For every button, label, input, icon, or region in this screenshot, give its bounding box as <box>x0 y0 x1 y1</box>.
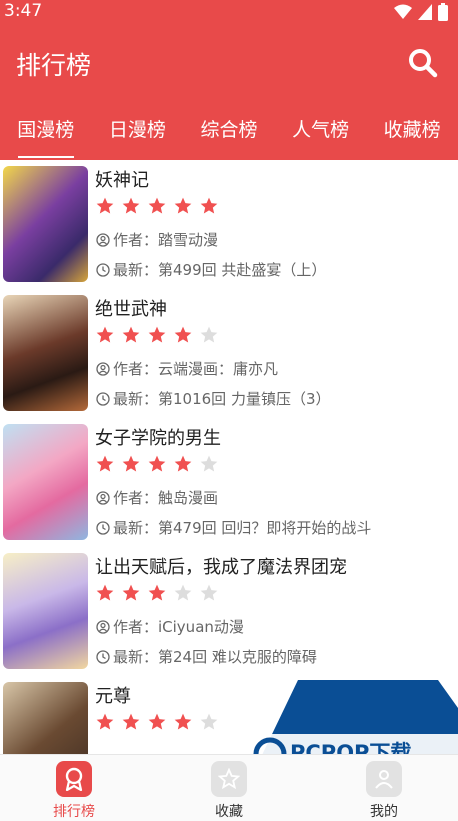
tab-zonghe[interactable]: 综合榜 <box>183 104 275 160</box>
author-line: 作者：iCiyuan动漫 <box>96 616 244 637</box>
latest-line: 最新：第499回 共赴盛宴（上） <box>96 259 326 280</box>
status-time: 3:47 <box>4 1 43 21</box>
list-item[interactable]: 绝世武神 作者：云端漫画：庸亦凡 最新：第1016回 力量镇压（3） <box>0 289 458 418</box>
star-filled-icon <box>96 455 114 472</box>
rating-stars <box>95 712 219 732</box>
rating-stars <box>95 454 219 474</box>
latest-text: 最新：第1016回 力量镇压（3） <box>113 390 331 408</box>
author-text: 作者：云端漫画：庸亦凡 <box>113 360 279 378</box>
cover-image <box>3 553 88 669</box>
user-icon <box>96 490 110 505</box>
rating-stars <box>95 325 219 345</box>
status-icons <box>394 3 448 21</box>
nav-favorites[interactable]: 收藏 <box>189 761 269 821</box>
author-text: 作者：踏雪动漫 <box>113 231 219 249</box>
user-icon <box>366 761 402 797</box>
user-icon <box>96 232 110 247</box>
author-line: 作者：踏雪动漫 <box>96 229 218 250</box>
ranking-tabs: 国漫榜 日漫榜 综合榜 人气榜 收藏榜 <box>0 104 458 160</box>
clock-icon <box>96 262 110 277</box>
bottom-nav: 排行榜 收藏 我的 <box>0 754 458 821</box>
rating-stars <box>95 583 219 603</box>
star-filled-icon <box>148 455 166 472</box>
tab-guoman[interactable]: 国漫榜 <box>0 104 92 160</box>
star-filled-icon <box>122 326 140 343</box>
latest-line: 最新：第479回 回归？即将开始的战斗 <box>96 517 371 538</box>
star-empty-icon <box>174 584 192 601</box>
clock-icon <box>96 520 110 535</box>
rating-stars <box>95 196 219 216</box>
list-item[interactable]: 让出天赋后，我成了魔法界团宠 作者：iCiyuan动漫 最新：第24回 难以克服… <box>0 547 458 676</box>
battery-icon <box>438 3 448 21</box>
star-filled-icon <box>96 197 114 214</box>
star-filled-icon <box>148 326 166 343</box>
tab-renqi[interactable]: 人气榜 <box>275 104 367 160</box>
author-text: 作者：触岛漫画 <box>113 489 219 507</box>
clock-icon <box>96 649 110 664</box>
star-filled-icon <box>200 197 218 214</box>
author-line: 作者：触岛漫画 <box>96 487 218 508</box>
comic-title: 女子学院的男生 <box>95 428 221 449</box>
tab-shoucang[interactable]: 收藏榜 <box>366 104 458 160</box>
latest-text: 最新：第479回 回归？即将开始的战斗 <box>113 519 372 537</box>
latest-text: 最新：第24回 难以克服的障碍 <box>113 648 317 666</box>
star-empty-icon <box>200 326 218 343</box>
page-title: 排行榜 <box>16 51 92 80</box>
ranking-icon <box>56 761 92 797</box>
search-icon <box>409 49 438 78</box>
latest-line: 最新：第24回 难以克服的障碍 <box>96 646 317 667</box>
comic-title: 让出天赋后，我成了魔法界团宠 <box>95 557 347 578</box>
latest-line: 最新：第1016回 力量镇压（3） <box>96 388 331 409</box>
star-filled-icon <box>96 584 114 601</box>
nav-label: 我的 <box>370 804 398 820</box>
comic-title: 妖神记 <box>95 170 149 191</box>
app-bar: 排行榜 <box>0 24 458 104</box>
star-filled-icon <box>96 326 114 343</box>
latest-text: 最新：第499回 共赴盛宴（上） <box>113 261 327 279</box>
tab-riman[interactable]: 日漫榜 <box>92 104 184 160</box>
user-icon <box>96 361 110 376</box>
status-bar: 3:47 <box>0 0 458 24</box>
wifi-icon <box>394 4 412 19</box>
signal-icon <box>418 4 432 20</box>
star-filled-icon <box>122 713 140 730</box>
star-empty-icon <box>200 455 218 472</box>
star-empty-icon <box>200 713 218 730</box>
cover-image <box>3 424 88 540</box>
cover-image <box>3 295 88 411</box>
list-item[interactable]: 妖神记 作者：踏雪动漫 最新：第499回 共赴盛宴（上） <box>0 160 458 289</box>
star-filled-icon <box>174 455 192 472</box>
star-icon <box>211 761 247 797</box>
list-item[interactable]: 女子学院的男生 作者：触岛漫画 最新：第479回 回归？即将开始的战斗 <box>0 418 458 547</box>
star-filled-icon <box>122 197 140 214</box>
star-filled-icon <box>148 713 166 730</box>
clock-icon <box>96 391 110 406</box>
nav-label: 收藏 <box>215 804 243 820</box>
star-filled-icon <box>96 713 114 730</box>
author-line: 作者：云端漫画：庸亦凡 <box>96 358 278 379</box>
star-filled-icon <box>148 584 166 601</box>
cover-image <box>3 166 88 282</box>
user-icon <box>96 619 110 634</box>
comic-title: 绝世武神 <box>95 299 167 320</box>
search-button[interactable] <box>406 46 440 80</box>
star-filled-icon <box>174 326 192 343</box>
star-filled-icon <box>174 713 192 730</box>
star-filled-icon <box>174 197 192 214</box>
nav-ranking[interactable]: 排行榜 <box>34 761 114 821</box>
star-empty-icon <box>200 584 218 601</box>
star-filled-icon <box>122 584 140 601</box>
star-filled-icon <box>148 197 166 214</box>
nav-mine[interactable]: 我的 <box>344 761 424 821</box>
author-text: 作者：iCiyuan动漫 <box>113 618 244 636</box>
comic-title: 元尊 <box>95 686 131 707</box>
star-filled-icon <box>122 455 140 472</box>
nav-label: 排行榜 <box>53 804 95 820</box>
